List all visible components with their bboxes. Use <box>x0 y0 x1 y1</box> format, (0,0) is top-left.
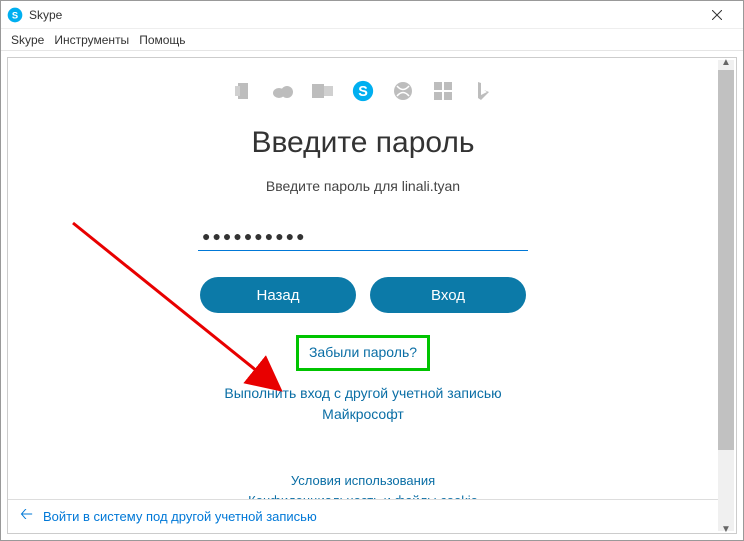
back-button[interactable]: Назад <box>200 277 356 313</box>
other-account-link-line2[interactable]: Майкрософт <box>8 404 718 425</box>
menu-skype[interactable]: Skype <box>11 33 44 47</box>
page-title: Введите пароль <box>8 126 718 160</box>
office-icon <box>232 80 254 102</box>
titlebar: S Skype <box>1 1 743 29</box>
forgot-password-highlight: Забыли пароль? <box>296 335 430 371</box>
menu-help[interactable]: Помощь <box>139 33 185 47</box>
service-icon-row: S <box>8 80 718 102</box>
xbox-icon <box>392 80 414 102</box>
scrollbar[interactable]: ▲ ▼ <box>718 60 734 531</box>
back-arrow-icon[interactable]: 🡠 <box>20 503 33 530</box>
content-pane: S Введите пароль Введите пароль для lina… <box>7 57 737 534</box>
bottom-bar: 🡠 Войти в систему под другой учетной зап… <box>8 499 718 533</box>
window-title: Skype <box>29 8 697 22</box>
close-button[interactable] <box>697 2 737 28</box>
skype-icon: S <box>7 7 23 23</box>
password-input[interactable] <box>198 222 528 251</box>
menu-tools[interactable]: Инструменты <box>54 33 129 47</box>
scroll-down-icon[interactable]: ▼ <box>718 521 734 534</box>
other-account-link[interactable]: Выполнить вход с другой учетной записью <box>8 383 718 404</box>
terms-link[interactable]: Условия использования <box>8 471 718 491</box>
scroll-up-icon[interactable]: ▲ <box>718 57 734 70</box>
login-button[interactable]: Вход <box>370 277 526 313</box>
skype-icon: S <box>352 80 374 102</box>
outlook-icon <box>312 80 334 102</box>
scroll-thumb[interactable] <box>718 70 734 450</box>
switch-account-link[interactable]: Войти в систему под другой учетной запис… <box>43 509 317 524</box>
forgot-password-link[interactable]: Забыли пароль? <box>309 344 417 360</box>
privacy-link[interactable]: Конфиденциальность и файлы cookie <box>8 491 718 500</box>
windows-icon <box>432 80 454 102</box>
subtitle: Введите пароль для linali.tyan <box>8 178 718 194</box>
svg-text:S: S <box>358 84 368 100</box>
onedrive-icon <box>272 80 294 102</box>
svg-text:S: S <box>12 10 18 20</box>
bing-icon <box>472 80 494 102</box>
menubar: Skype Инструменты Помощь <box>1 29 743 51</box>
